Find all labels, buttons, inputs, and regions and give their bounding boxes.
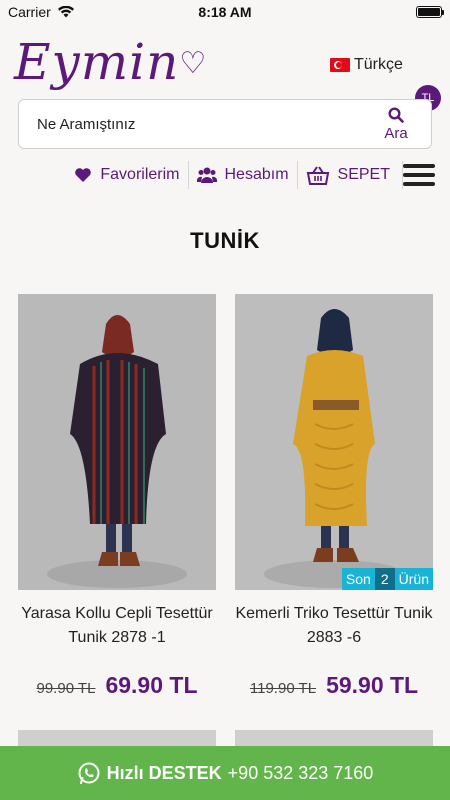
search-input[interactable] [19,100,361,148]
language-selector[interactable]: Türkçe [330,56,403,74]
support-bar[interactable]: Hızlı DESTEK +90 532 323 7160 [0,746,450,800]
user-toolbar: Favorilerim Hesabım SEPET [0,159,450,191]
status-left: Carrier [8,4,75,20]
old-price: 99.90 TL [36,680,96,697]
hamburger-menu-icon[interactable] [402,161,435,189]
page-title: TUNİK [190,228,260,253]
carrier-label: Carrier [8,4,51,20]
support-phone: +90 532 323 7160 [227,762,374,783]
heart-icon [75,168,92,182]
cart-link[interactable]: SEPET [296,161,398,189]
account-label: Hesabım [224,166,289,183]
search-icon [388,106,404,123]
status-bar: Carrier 8:18 AM [0,0,450,24]
search-bar: Ara [18,99,432,149]
cart-label: SEPET [337,166,390,183]
model-photo [18,294,216,590]
product-name[interactable]: Yarasa Kollu Cepli Tesettür Tunik 2878 -… [18,602,216,650]
wifi-icon [57,6,74,18]
stock-badge: Son 2 Ürün [341,568,433,590]
battery-icon [416,6,444,18]
product-prices: 99.90 TL 69.90 TL [18,672,216,699]
users-icon [196,167,217,183]
whatsapp-icon [78,762,100,784]
search-button-label: Ara [384,124,408,142]
language-label: Türkçe [354,56,403,73]
favorites-link[interactable]: Favorilerim [66,161,187,189]
product-card[interactable]: Yarasa Kollu Cepli Tesettür Tunik 2878 -… [18,294,216,699]
old-price: 119.90 TL [249,680,317,697]
product-prices: 119.90 TL 59.90 TL [235,672,433,699]
account-link[interactable]: Hesabım [187,161,297,189]
sale-price: 59.90 TL [326,672,419,698]
basket-icon [306,166,329,185]
model-photo [235,294,433,590]
search-button[interactable]: Ara [361,100,431,148]
sale-price: 69.90 TL [105,672,198,698]
product-name[interactable]: Kemerli Triko Tesettür Tunik 2883 -6 [235,602,433,650]
product-image[interactable] [18,294,216,590]
support-label: Hızlı DESTEK [106,762,222,783]
product-card[interactable]: Son 2 Ürün Kemerli Triko Tesettür Tunik … [235,294,433,699]
logo-heart-icon: ♡ [179,46,208,81]
clock: 8:18 AM [198,4,252,20]
turkey-flag-icon [330,58,350,72]
brand-logo[interactable]: Eymin♡ [14,32,207,94]
site-header: Eymin♡ Türkçe TL [0,30,450,111]
favorites-label: Favorilerim [100,166,180,183]
product-image[interactable]: Son 2 Ürün [235,294,433,590]
